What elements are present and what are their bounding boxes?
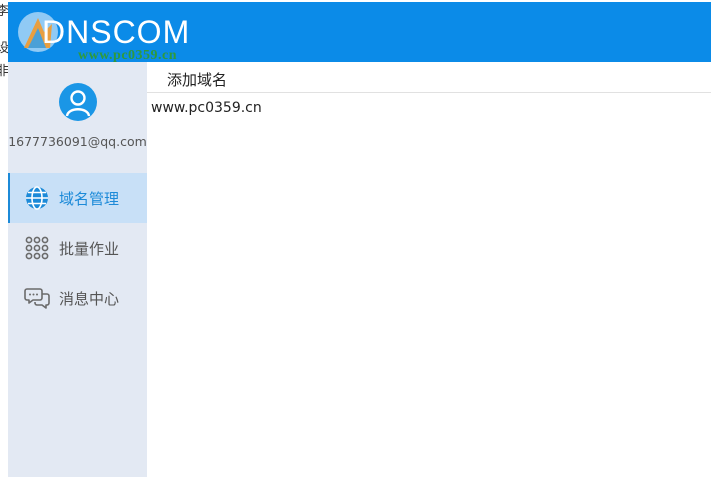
edge-text: 非: [0, 64, 8, 79]
sidebar-item-message-center[interactable]: 消息中心: [8, 273, 147, 323]
tab-add-domain[interactable]: 添加域名: [167, 69, 227, 90]
sidebar-item-label: 消息中心: [59, 289, 120, 308]
domain-list-item[interactable]: www.pc0359.cn: [151, 100, 262, 116]
chat-bubbles-icon: [24, 288, 50, 309]
sidebar: 1677736091@qq.com 域名管理 批量作业 消息中心: [8, 62, 147, 477]
sidebar-item-batch-jobs[interactable]: 批量作业: [8, 223, 147, 273]
edge-text: 设: [0, 41, 8, 56]
edge-text: 李: [0, 4, 8, 19]
sidebar-item-domain-management[interactable]: 域名管理: [8, 173, 147, 223]
sidebar-item-label: 域名管理: [59, 189, 120, 208]
app-logo: DNSCOM: [42, 13, 191, 50]
sidebar-item-label: 批量作业: [59, 239, 120, 258]
grid-dots-icon: [25, 236, 49, 260]
user-email: 1677736091@qq.com: [8, 134, 147, 149]
user-icon: [65, 90, 91, 117]
globe-icon: [26, 186, 48, 210]
background-window-edge: 李 设 非: [0, 0, 8, 477]
header-bar: DNSCOM www.pc0359.cn: [8, 2, 711, 63]
tab-bar: 添加域名: [147, 62, 711, 93]
app-window: DNSCOM www.pc0359.cn 1677736091@qq.com 域…: [8, 2, 711, 477]
avatar[interactable]: [59, 83, 97, 121]
